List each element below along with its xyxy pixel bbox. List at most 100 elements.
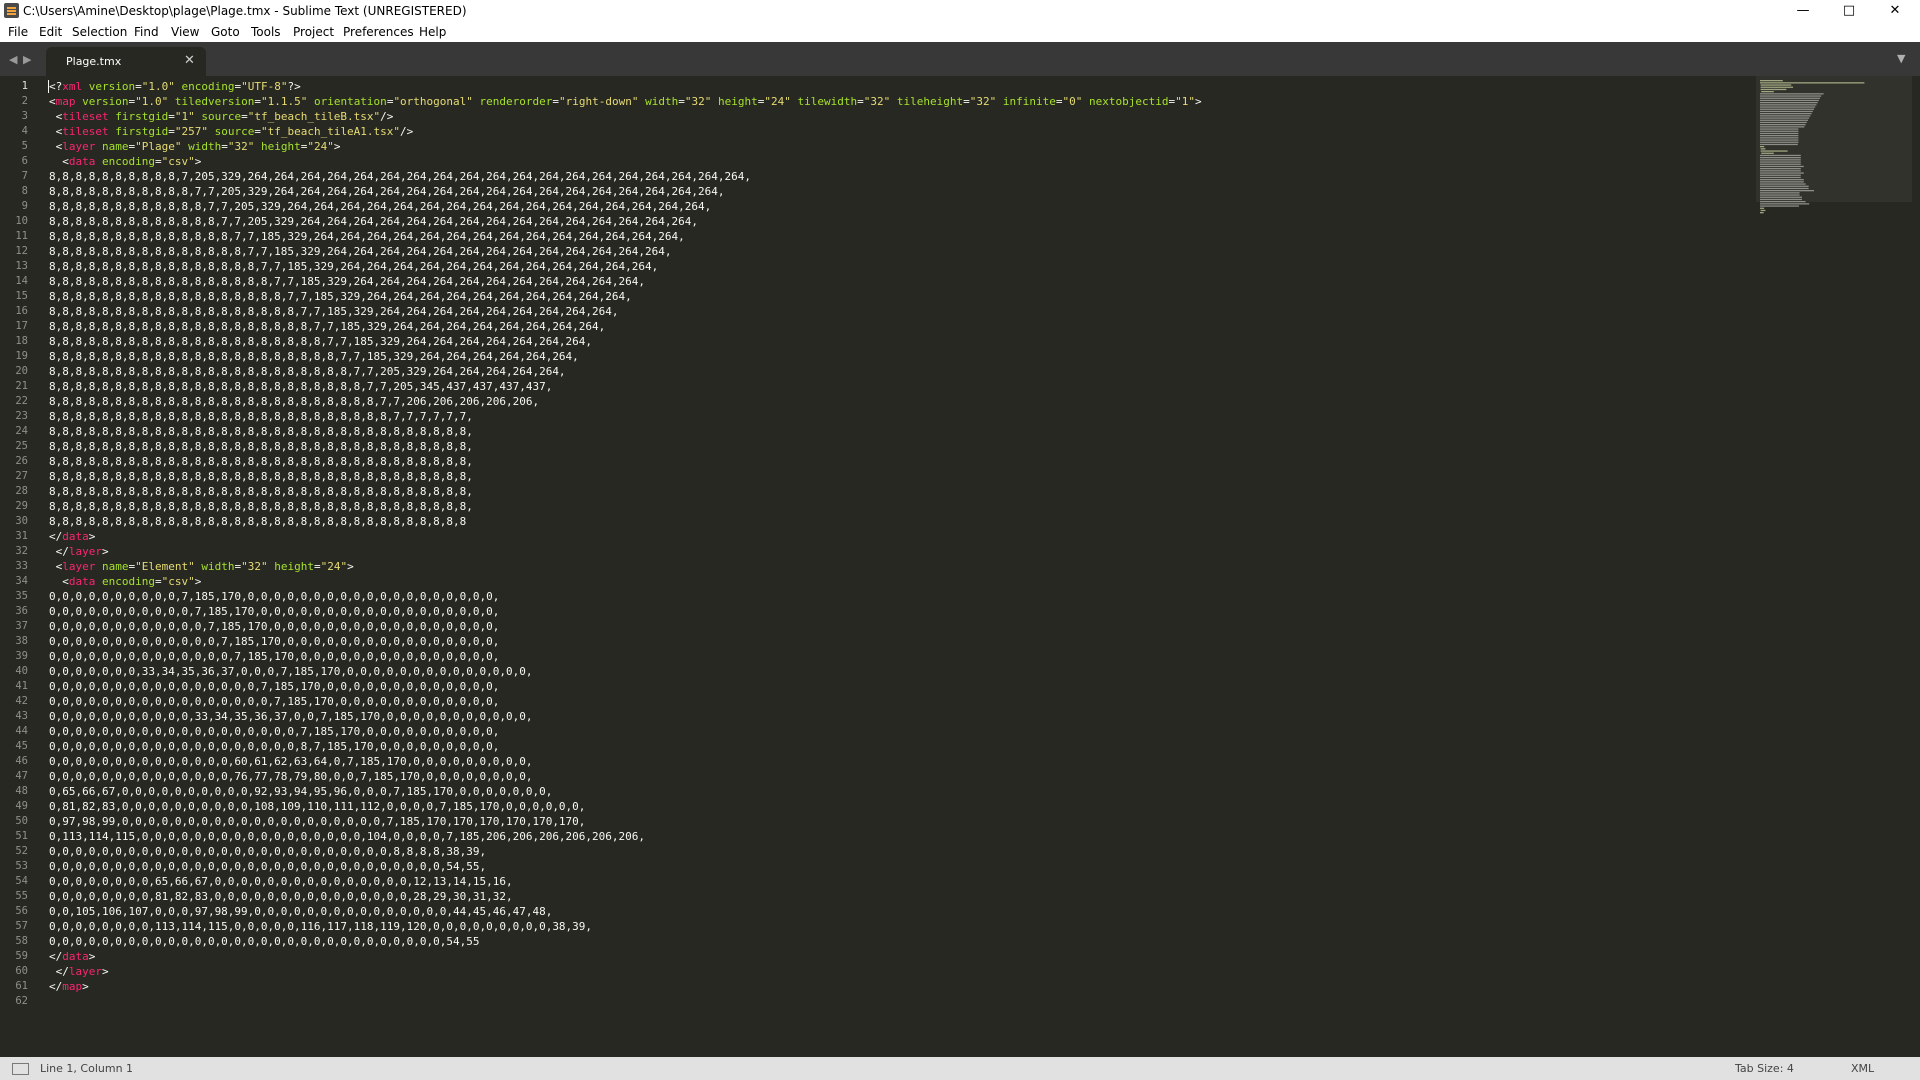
code-line[interactable]: 0,0,0,0,0,0,0,0,0,0,0,0,0,0,0,0,7,185,17… xyxy=(49,679,1749,694)
tab-plage-tmx[interactable]: Plage.tmx ✕ xyxy=(46,47,206,76)
code-line[interactable]: 8,8,8,8,8,8,8,8,8,8,8,8,7,7,205,329,264,… xyxy=(49,199,1749,214)
minimap-line xyxy=(1760,135,1799,137)
line-number: 28 xyxy=(15,485,28,497)
code-line[interactable]: 8,8,8,8,8,8,8,8,8,8,8,8,8,8,8,7,7,185,32… xyxy=(49,244,1749,259)
code-line[interactable]: <tileset firstgid="257" source="tf_beach… xyxy=(49,124,1749,139)
code-line[interactable]: 0,0,0,0,0,0,0,0,0,0,0,0,0,0,0,0,0,0,0,8,… xyxy=(49,739,1749,754)
code-line[interactable]: </data> xyxy=(49,529,1749,544)
code-line[interactable]: 8,8,8,8,8,8,8,8,8,8,8,8,8,8,8,8,8,8,8,8,… xyxy=(49,379,1749,394)
line-number: 40 xyxy=(15,665,28,677)
line-number: 51 xyxy=(15,830,28,842)
code-line[interactable]: 0,0,0,0,0,0,0,0,0,0,0,7,185,170,0,0,0,0,… xyxy=(49,604,1749,619)
code-line[interactable]: 0,0,0,0,0,0,0,0,81,82,83,0,0,0,0,0,0,0,0… xyxy=(49,889,1749,904)
code-line[interactable]: 8,8,8,8,8,8,8,8,8,8,8,8,8,8,8,8,8,8,8,8,… xyxy=(49,409,1749,424)
menu-file[interactable]: File xyxy=(8,25,28,39)
maximize-button[interactable]: □ xyxy=(1826,0,1872,22)
code-line[interactable]: 0,0,0,0,0,0,0,0,0,0,0,0,0,7,185,170,0,0,… xyxy=(49,634,1749,649)
code-line[interactable]: 8,8,8,8,8,8,8,8,8,8,8,8,8,8,8,8,8,8,8,8,… xyxy=(49,454,1749,469)
code-line[interactable]: <tileset firstgid="1" source="tf_beach_t… xyxy=(49,109,1749,124)
code-line[interactable]: 8,8,8,8,8,8,8,8,8,8,8,8,8,8,8,8,8,7,7,18… xyxy=(49,274,1749,289)
code-line[interactable]: 0,0,0,0,0,0,0,0,0,0,7,185,170,0,0,0,0,0,… xyxy=(49,589,1749,604)
minimap[interactable] xyxy=(1752,76,1920,1057)
code-line[interactable]: <?xml version="1.0" encoding="UTF-8"?> xyxy=(49,79,1749,94)
code-line[interactable]: 0,0,0,0,0,0,0,0,0,0,0,0,0,0,0,0,0,0,0,0,… xyxy=(49,934,1749,949)
tab-size-indicator[interactable]: Tab Size: 4 xyxy=(1735,1062,1794,1075)
code-line[interactable]: 8,8,8,8,8,8,8,8,8,8,8,8,8,8,8,8,8,8,8,8,… xyxy=(49,469,1749,484)
code-line[interactable]: 0,0,105,106,107,0,0,0,97,98,99,0,0,0,0,0… xyxy=(49,904,1749,919)
cursor-position[interactable]: Line 1, Column 1 xyxy=(40,1062,133,1075)
code-line[interactable]: </map> xyxy=(49,979,1749,994)
panel-toggle-icon[interactable] xyxy=(12,1063,29,1075)
code-line[interactable]: 8,8,8,8,8,8,8,8,8,8,8,8,8,8,8,8,8,8,8,8,… xyxy=(49,334,1749,349)
menu-help[interactable]: Help xyxy=(419,25,446,39)
code-line[interactable]: 0,65,66,67,0,0,0,0,0,0,0,0,0,0,92,93,94,… xyxy=(49,784,1749,799)
minimap-line xyxy=(1760,154,1801,157)
editor[interactable]: 1 2 3 4 5 6 7 8 9 10 11 12 13 14 15 16 17 18 19 20 21 22 23 24 2… xyxy=(0,76,1920,1057)
code-line[interactable]: 8,8,8,8,8,8,8,8,8,8,8,8,8,8,8,8,8,8,8,8,… xyxy=(49,364,1749,379)
code-line[interactable]: 8,8,8,8,8,8,8,8,8,8,8,8,8,8,8,8,8,8,8,8,… xyxy=(49,394,1749,409)
code-line[interactable]: 0,81,82,83,0,0,0,0,0,0,0,0,0,0,108,109,1… xyxy=(49,799,1749,814)
code-line[interactable]: 8,8,8,8,8,8,8,8,8,8,8,8,8,8,8,8,8,8,8,8,… xyxy=(49,424,1749,439)
code-line[interactable]: 0,0,0,0,0,0,0,0,0,0,0,0,0,0,0,0,0,0,0,0,… xyxy=(49,844,1749,859)
minimap-line xyxy=(1760,150,1788,152)
menu-selection[interactable]: Selection xyxy=(72,25,127,39)
code-line[interactable] xyxy=(49,994,1749,1009)
code-line[interactable]: <layer name="Element" width="32" height=… xyxy=(49,559,1749,574)
menu-preferences[interactable]: Preferences xyxy=(343,25,414,39)
code-line[interactable]: 8,8,8,8,8,8,8,8,8,8,8,8,8,8,8,8,8,8,8,8,… xyxy=(49,439,1749,454)
code-line[interactable]: 8,8,8,8,8,8,8,8,8,8,8,8,8,8,8,8,8,8,8,8,… xyxy=(49,514,1749,529)
code-line[interactable]: 0,0,0,0,0,0,0,0,0,0,0,33,34,35,36,37,0,0… xyxy=(49,709,1749,724)
code-line[interactable]: 8,8,8,8,8,8,8,8,8,8,8,8,8,8,8,8,8,8,7,7,… xyxy=(49,289,1749,304)
line-number: 9 xyxy=(21,200,28,212)
line-number: 27 xyxy=(15,470,28,482)
code-line[interactable]: 0,0,0,0,0,0,0,0,0,0,0,0,7,185,170,0,0,0,… xyxy=(49,619,1749,634)
code-line[interactable]: 0,0,0,0,0,0,0,0,0,0,0,0,0,0,0,0,0,0,0,0,… xyxy=(49,859,1749,874)
code-line[interactable]: 0,97,98,99,0,0,0,0,0,0,0,0,0,0,0,0,0,0,0… xyxy=(49,814,1749,829)
code-line[interactable]: 0,0,0,0,0,0,0,0,0,0,0,0,0,0,0,0,0,0,0,7,… xyxy=(49,724,1749,739)
menu-goto[interactable]: Goto xyxy=(211,25,240,39)
code-line[interactable]: 8,8,8,8,8,8,8,8,8,8,8,8,8,8,8,8,8,8,8,7,… xyxy=(49,304,1749,319)
nav-back-icon[interactable]: ◀ xyxy=(9,53,17,66)
code-line[interactable]: 8,8,8,8,8,8,8,8,8,8,8,8,8,7,7,205,329,26… xyxy=(49,214,1749,229)
tab-dropdown-icon[interactable]: ▼ xyxy=(1897,52,1905,65)
code-line[interactable]: 0,0,0,0,0,0,0,0,0,0,0,0,0,0,60,61,62,63,… xyxy=(49,754,1749,769)
code-line[interactable]: 8,8,8,8,8,8,8,8,8,8,7,205,329,264,264,26… xyxy=(49,169,1749,184)
code-line[interactable]: 8,8,8,8,8,8,8,8,8,8,8,8,8,8,8,8,8,8,8,8,… xyxy=(49,349,1749,364)
code-line[interactable]: 0,0,0,0,0,0,0,0,113,114,115,0,0,0,0,0,11… xyxy=(49,919,1749,934)
menu-edit[interactable]: Edit xyxy=(39,25,62,39)
minimap-line xyxy=(1760,159,1801,161)
sublime-app-icon xyxy=(4,3,19,18)
menu-view[interactable]: View xyxy=(171,25,199,39)
code-line[interactable]: <map version="1.0" tiledversion="1.1.5" … xyxy=(49,94,1749,109)
code-line[interactable]: 8,8,8,8,8,8,8,8,8,8,8,8,8,8,8,8,8,8,8,8,… xyxy=(49,484,1749,499)
code-line[interactable]: </layer> xyxy=(49,544,1749,559)
close-button[interactable]: ✕ xyxy=(1872,0,1918,22)
code-line[interactable]: 8,8,8,8,8,8,8,8,8,8,8,8,8,8,8,8,7,7,185,… xyxy=(49,259,1749,274)
code-line[interactable]: 0,0,0,0,0,0,0,33,34,35,36,37,0,0,0,7,185… xyxy=(49,664,1749,679)
tab-close-icon[interactable]: ✕ xyxy=(184,53,195,68)
menu-project[interactable]: Project xyxy=(293,25,334,39)
minimap-line xyxy=(1760,201,1806,203)
nav-forward-icon[interactable]: ▶ xyxy=(23,53,31,66)
code-line[interactable]: </layer> xyxy=(49,964,1749,979)
code-line[interactable]: 0,113,114,115,0,0,0,0,0,0,0,0,0,0,0,0,0,… xyxy=(49,829,1749,844)
code-line[interactable]: 8,8,8,8,8,8,8,8,8,8,8,7,7,205,329,264,26… xyxy=(49,184,1749,199)
code-line[interactable]: 0,0,0,0,0,0,0,0,65,66,67,0,0,0,0,0,0,0,0… xyxy=(49,874,1749,889)
syntax-indicator[interactable]: XML xyxy=(1851,1062,1874,1075)
line-number: 39 xyxy=(15,650,28,662)
code-area[interactable]: <?xml version="1.0" encoding="UTF-8"?> <m… xyxy=(49,79,1749,1009)
code-line[interactable]: <data encoding="csv"> xyxy=(49,154,1749,169)
code-line[interactable]: 0,0,0,0,0,0,0,0,0,0,0,0,0,0,7,185,170,0,… xyxy=(49,649,1749,664)
code-line[interactable]: 0,0,0,0,0,0,0,0,0,0,0,0,0,0,76,77,78,79,… xyxy=(49,769,1749,784)
minimize-button[interactable]: — xyxy=(1780,0,1826,22)
code-line[interactable]: <data encoding="csv"> xyxy=(49,574,1749,589)
code-line[interactable]: 8,8,8,8,8,8,8,8,8,8,8,8,8,8,7,7,185,329,… xyxy=(49,229,1749,244)
code-line[interactable]: <layer name="Plage" width="32" height="2… xyxy=(49,139,1749,154)
line-number: 13 xyxy=(15,260,28,272)
code-line[interactable]: 8,8,8,8,8,8,8,8,8,8,8,8,8,8,8,8,8,8,8,8,… xyxy=(49,499,1749,514)
menu-find[interactable]: Find xyxy=(134,25,159,39)
code-line[interactable]: 0,0,0,0,0,0,0,0,0,0,0,0,0,0,0,0,0,7,185,… xyxy=(49,694,1749,709)
menu-tools[interactable]: Tools xyxy=(251,25,281,39)
code-line[interactable]: 8,8,8,8,8,8,8,8,8,8,8,8,8,8,8,8,8,8,8,8,… xyxy=(49,319,1749,334)
code-line[interactable]: </data> xyxy=(49,949,1749,964)
